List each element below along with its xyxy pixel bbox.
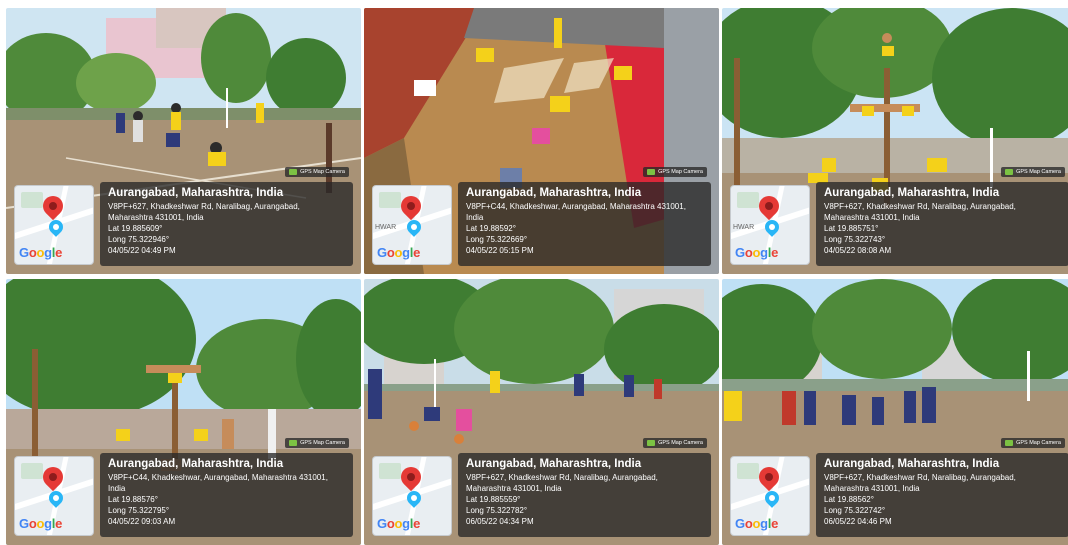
address-text: V8PF+C44, Khadkeshwar, Aurangabad, Mahar…: [108, 473, 328, 493]
latitude-text: Lat 19.885609°: [108, 224, 163, 233]
map-label: HWAR: [375, 224, 397, 231]
latitude-text: Lat 19.885751°: [824, 224, 879, 233]
city-title: Aurangabad, Maharashtra, India: [108, 458, 284, 470]
photo-tile-3[interactable]: HWAR Google GPS Map Camera Aurangabad, M…: [722, 8, 1068, 274]
latitude-text: Lat 19.88562°: [824, 495, 874, 504]
datetime-text: 04/05/22 08:08 AM: [824, 246, 892, 255]
longitude-text: Long 75.322782°: [466, 506, 528, 515]
longitude-text: Long 75.322946°: [108, 235, 170, 244]
geotag-info: GPS Map Camera Aurangabad, Maharashtra, …: [458, 167, 711, 266]
address-text: V8PF+627, Khadkeshwar Rd, Naralibag, Aur…: [824, 473, 1016, 493]
address-text: V8PF+627, Khadkeshwar Rd, Naralibag, Aur…: [824, 202, 1016, 222]
google-logo: Google: [19, 245, 63, 260]
google-logo: Google: [735, 516, 779, 531]
map-thumbnail: Google: [14, 456, 94, 536]
gps-camera-badge: GPS Map Camera: [643, 438, 707, 448]
camera-app-icon: [1005, 169, 1014, 175]
photo-tile-1[interactable]: Google GPS Map Camera Aurangabad, Mahara…: [6, 8, 361, 274]
geotag-info: GPS Map Camera Aurangabad, Maharashtra, …: [100, 167, 353, 266]
geotag-info: GPS Map Camera Aurangabad, Maharashtra, …: [458, 438, 711, 537]
map-thumbnail: HWAR Google: [730, 185, 810, 265]
photo-tile-6[interactable]: Google GPS Map Camera Aurangabad, Mahara…: [722, 279, 1068, 545]
latitude-text: Lat 19.885559°: [466, 495, 521, 504]
gps-camera-badge: GPS Map Camera: [285, 438, 349, 448]
photo-tile-5[interactable]: Google GPS Map Camera Aurangabad, Mahara…: [364, 279, 719, 545]
google-logo: Google: [735, 245, 779, 260]
geotag-overlay: Google GPS Map Camera Aurangabad, Mahara…: [14, 167, 353, 266]
camera-app-icon: [647, 169, 656, 175]
datetime-text: 06/05/22 04:34 PM: [466, 517, 534, 526]
datetime-text: 06/05/22 04:46 PM: [824, 517, 892, 526]
latitude-text: Lat 19.88592°: [466, 224, 516, 233]
google-logo: Google: [377, 516, 421, 531]
map-thumbnail: HWAR Google: [372, 185, 452, 265]
address-text: V8PF+C44, Khadkeshwar, Aurangabad, Mahar…: [466, 202, 686, 222]
address-text: V8PF+627, Khadkeshwar Rd, Naralibag, Aur…: [466, 473, 658, 493]
geotag-info: GPS Map Camera Aurangabad, Maharashtra, …: [816, 167, 1068, 266]
address-text: V8PF+627, Khadkeshwar Rd, Naralibag, Aur…: [108, 202, 300, 222]
city-title: Aurangabad, Maharashtra, India: [824, 187, 1000, 199]
camera-app-icon: [289, 169, 298, 175]
map-thumbnail: Google: [14, 185, 94, 265]
camera-app-icon: [647, 440, 656, 446]
camera-app-icon: [289, 440, 298, 446]
longitude-text: Long 75.322742°: [824, 506, 886, 515]
google-logo: Google: [19, 516, 63, 531]
photo-tile-2[interactable]: HWAR Google GPS Map Camera Aurangabad, M…: [364, 8, 719, 274]
map-label: HWAR: [733, 224, 755, 231]
google-logo: Google: [377, 245, 421, 260]
city-title: Aurangabad, Maharashtra, India: [466, 187, 642, 199]
datetime-text: 04/05/22 09:03 AM: [108, 517, 176, 526]
gps-camera-badge: GPS Map Camera: [1001, 438, 1065, 448]
geotag-overlay: Google GPS Map Camera Aurangabad, Mahara…: [14, 438, 353, 537]
city-title: Aurangabad, Maharashtra, India: [108, 187, 284, 199]
gps-camera-badge: GPS Map Camera: [285, 167, 349, 177]
camera-app-icon: [1005, 440, 1014, 446]
photo-tile-4[interactable]: Google GPS Map Camera Aurangabad, Mahara…: [6, 279, 361, 545]
longitude-text: Long 75.322743°: [824, 235, 886, 244]
longitude-text: Long 75.322795°: [108, 506, 170, 515]
geotag-info: GPS Map Camera Aurangabad, Maharashtra, …: [100, 438, 353, 537]
map-thumbnail: Google: [372, 456, 452, 536]
datetime-text: 04/05/22 05:15 PM: [466, 246, 534, 255]
datetime-text: 04/05/22 04:49 PM: [108, 246, 176, 255]
gps-camera-badge: GPS Map Camera: [643, 167, 707, 177]
longitude-text: Long 75.322669°: [466, 235, 528, 244]
gps-camera-badge: GPS Map Camera: [1001, 167, 1065, 177]
geotag-overlay: Google GPS Map Camera Aurangabad, Mahara…: [730, 438, 1068, 537]
latitude-text: Lat 19.88576°: [108, 495, 158, 504]
map-thumbnail: Google: [730, 456, 810, 536]
geotag-overlay: HWAR Google GPS Map Camera Aurangabad, M…: [372, 167, 711, 266]
geotag-overlay: Google GPS Map Camera Aurangabad, Mahara…: [372, 438, 711, 537]
photo-grid: Google GPS Map Camera Aurangabad, Mahara…: [0, 0, 1068, 545]
geotag-info: GPS Map Camera Aurangabad, Maharashtra, …: [816, 438, 1068, 537]
geotag-overlay: HWAR Google GPS Map Camera Aurangabad, M…: [730, 167, 1068, 266]
city-title: Aurangabad, Maharashtra, India: [466, 458, 642, 470]
city-title: Aurangabad, Maharashtra, India: [824, 458, 1000, 470]
